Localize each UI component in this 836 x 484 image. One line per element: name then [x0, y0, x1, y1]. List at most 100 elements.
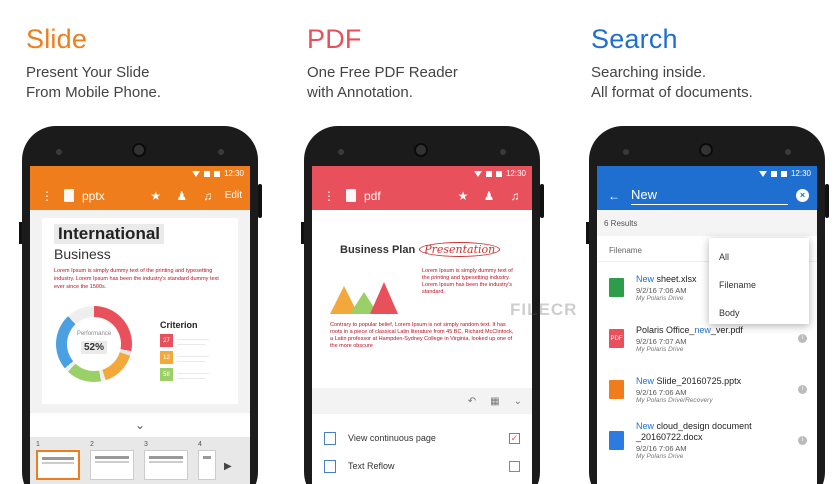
- menu-item-continuous[interactable]: View continuous page ✓: [312, 424, 532, 452]
- search-screen: 12:30 ← New × 6 Results Filename New she…: [597, 166, 817, 484]
- camera: [699, 143, 713, 157]
- info-icon[interactable]: i: [798, 436, 807, 445]
- menu-icon[interactable]: ⋮: [38, 189, 56, 203]
- performance-value: 52%: [80, 341, 107, 354]
- slide-title: Slide: [26, 24, 88, 54]
- pdf-page[interactable]: Business Plan Presentation Lorem Ipsum is…: [312, 210, 532, 388]
- list-item[interactable]: New cloud_design document _20160722.docx…: [597, 415, 817, 466]
- status-time: 12:30: [790, 169, 811, 178]
- undo-icon[interactable]: ↶: [468, 396, 476, 407]
- star-icon[interactable]: ★: [454, 189, 472, 203]
- slide-thumbnail[interactable]: 3: [144, 441, 190, 484]
- results-count: 6 Results: [597, 210, 817, 236]
- performance-donut: Performance 52%: [56, 306, 132, 382]
- sheet-file-icon: [609, 278, 624, 297]
- file-title: pdf: [364, 188, 381, 203]
- pdf-feature-header: PDF One Free PDF Reader with Annotation.: [307, 24, 567, 103]
- info-icon[interactable]: i: [798, 385, 807, 394]
- share-user-icon[interactable]: ♟: [480, 189, 498, 203]
- edit-button[interactable]: Edit: [225, 190, 242, 201]
- criterion-number: 58: [160, 368, 173, 381]
- search-input[interactable]: New: [631, 187, 788, 205]
- wifi-icon: [473, 170, 482, 177]
- status-bar: 12:30: [312, 166, 532, 181]
- doc-file-icon: [609, 431, 624, 450]
- search-title: Search: [591, 24, 678, 54]
- pdf-subtitle-2: with Annotation.: [307, 84, 413, 101]
- reflow-icon: [324, 459, 336, 473]
- criterion-title: Criterion: [160, 320, 198, 330]
- criterion-number: 27: [160, 334, 173, 347]
- back-arrow-icon[interactable]: ←: [605, 189, 623, 203]
- slide-feature-header: Slide Present Your Slide From Mobile Pho…: [26, 24, 286, 103]
- dropdown-option-filename[interactable]: Filename: [709, 272, 809, 300]
- info-icon[interactable]: i: [798, 334, 807, 343]
- dropdown-option-all[interactable]: All: [709, 244, 809, 272]
- comment-icon[interactable]: ▦: [490, 396, 499, 407]
- phone-search: 12:30 ← New × 6 Results Filename New she…: [586, 126, 829, 484]
- signal-icon: [485, 170, 492, 177]
- criterion-row: 58 ———————— ———————: [160, 368, 232, 381]
- slide-subheading: Business: [54, 246, 111, 262]
- phone-pdf: 12:30 ⋮ pdf ★ ♟ ♫ Business Plan Presentat…: [301, 126, 544, 484]
- pdf-file-icon: PDF: [609, 329, 624, 348]
- watermark: FILECR: [510, 300, 578, 319]
- search-subtitle-2: All format of documents.: [591, 84, 753, 101]
- bell-icon[interactable]: ♫: [506, 189, 524, 203]
- signal-icon: [770, 170, 777, 177]
- chart-mountain: [370, 282, 398, 314]
- slide-thumbnail[interactable]: 4: [198, 441, 216, 484]
- app-bar: ⋮ pdf ★ ♟ ♫: [312, 181, 532, 210]
- slide-thumbnail[interactable]: 2: [90, 441, 136, 484]
- slide-body: Lorem Ipsum is simply dummy text of the …: [54, 268, 219, 290]
- slide-screen: 12:30 ⋮ pptx ★ ♟ ♫ Edit International Bu…: [30, 166, 250, 484]
- signal-icon: [203, 170, 210, 177]
- chevron-down-icon[interactable]: ⌄: [30, 413, 250, 437]
- checkbox-unchecked[interactable]: [509, 460, 520, 472]
- slide-file-icon: [609, 380, 624, 399]
- menu-icon[interactable]: ⋮: [320, 189, 338, 203]
- menu-item-reflow[interactable]: Text Reflow: [312, 452, 532, 480]
- checkbox-checked[interactable]: ✓: [509, 432, 520, 444]
- play-icon[interactable]: ▶: [224, 461, 232, 472]
- slide-thumbnails: 1 2 3 4 ▶: [30, 437, 250, 484]
- file-title: pptx: [82, 188, 105, 203]
- camera: [132, 143, 146, 157]
- battery-icon: [780, 170, 787, 177]
- status-bar: 12:30: [597, 166, 817, 181]
- status-bar: 12:30: [30, 166, 250, 181]
- star-icon[interactable]: ★: [147, 189, 165, 203]
- pdf-body-1: Lorem Ipsum is simply dummy text of the …: [422, 268, 513, 295]
- share-user-icon[interactable]: ♟: [173, 189, 191, 203]
- document-icon: [346, 189, 356, 202]
- camera: [414, 143, 428, 157]
- status-time: 12:30: [505, 169, 526, 178]
- criterion-number: 12: [160, 351, 173, 364]
- app-bar: ⋮ pptx ★ ♟ ♫ Edit: [30, 181, 250, 210]
- pdf-screen: 12:30 ⋮ pdf ★ ♟ ♫ Business Plan Presentat…: [312, 166, 532, 484]
- pdf-title: PDF: [307, 24, 362, 54]
- criterion-row: 12 ———————— ———————: [160, 351, 232, 364]
- wifi-icon: [191, 170, 200, 177]
- handwritten-annotation: Presentation: [419, 242, 501, 257]
- bell-icon[interactable]: ♫: [199, 189, 217, 203]
- slide-thumbnail[interactable]: 1: [36, 441, 82, 484]
- search-scope-dropdown: All Filename Body: [709, 238, 809, 324]
- slide[interactable]: International Business Lorem Ipsum is si…: [42, 218, 238, 404]
- search-feature-header: Search Searching inside. All format of d…: [591, 24, 836, 103]
- clear-icon[interactable]: ×: [796, 189, 809, 202]
- search-subtitle-1: Searching inside.: [591, 64, 707, 81]
- slide-subtitle-1: Present Your Slide: [26, 64, 150, 81]
- slide-subtitle-2: From Mobile Phone.: [26, 84, 162, 101]
- view-options-menu: View continuous page ✓ Text Reflow: [312, 414, 532, 484]
- battery-icon: [495, 170, 502, 177]
- document-icon: [64, 189, 74, 202]
- page-icon: [324, 431, 336, 445]
- chevron-down-icon[interactable]: ⌄: [514, 396, 522, 407]
- list-item[interactable]: New Slide_20160725.pptx 9/2/16 7:06 AM M…: [597, 364, 817, 415]
- criterion-row: 27 ———————— ———————: [160, 334, 232, 347]
- search-bar: ← New ×: [597, 181, 817, 210]
- pdf-body-2: Contrary to popular belief, Lorem Ipsum …: [330, 322, 514, 349]
- pdf-heading: Business Plan: [340, 244, 416, 256]
- dropdown-option-body[interactable]: Body: [709, 300, 809, 328]
